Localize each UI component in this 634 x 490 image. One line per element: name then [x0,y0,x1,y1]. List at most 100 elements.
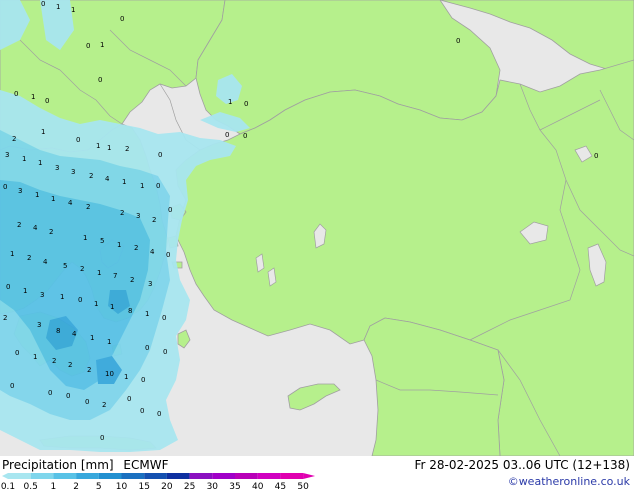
precip-value-label: 5 [63,262,67,270]
color-scale-tick-label: 20 [161,482,173,490]
precip-value-label: 0 [140,407,144,415]
color-scale-swatch [76,473,99,479]
precip-value-label: 0 [85,398,89,406]
precip-value-label: 0 [141,376,145,384]
precip-value-label: 2 [12,135,16,143]
color-scale-tick-label: 25 [184,482,195,490]
precip-value-label: 2 [68,361,72,369]
precip-value-label: 1 [83,234,87,242]
precip-value-label: 0 [14,90,18,98]
color-scale-tick-label: 1 [51,482,57,490]
precip-value-label: 0 [6,283,10,291]
precip-value-label: 1 [22,155,26,163]
precip-value-label: 7 [113,272,117,280]
precip-value-label: 3 [55,164,59,172]
precip-value-label: 0 [3,183,7,191]
color-scale-swatch [144,473,167,479]
precip-value-label: 2 [17,221,21,229]
precip-value-label: 2 [152,216,156,224]
precip-value-label: 4 [150,248,155,256]
precip-value-label: 2 [87,366,91,374]
precip-value-label: 3 [136,212,140,220]
precip-value-label: 8 [128,307,132,315]
credit-link[interactable]: ©weatheronline.co.uk [508,475,630,488]
precip-value-label: 0 [45,97,49,105]
precip-value-label: 0 [86,42,90,50]
precip-value-label: 0 [163,348,167,356]
product-title: Precipitation [mm] ECMWF [2,458,174,472]
precip-value-label: 1 [107,144,111,152]
precip-value-label: 1 [107,338,111,346]
color-scale-swatch [121,473,145,479]
precip-value-label: 1 [96,142,100,150]
precip-value-label: 3 [18,187,22,195]
precip-value-label: 0 [15,349,19,357]
precip-value-label: 1 [122,178,126,186]
precip-value-label: 1 [38,159,42,167]
color-scale-tick-label: 35 [229,482,240,490]
precip-value-label: 0 [78,296,82,304]
color-scale-swatch [257,473,281,479]
color-scale-swatch [189,473,213,479]
precip-value-label: 2 [89,172,93,180]
precip-value-label: 4 [72,330,77,338]
precip-value-label: 0 [48,389,52,397]
precip-value-label: 3 [148,280,152,288]
color-scale-swatch [235,473,258,479]
color-scale-tick-label: 45 [275,482,286,490]
precip-value-label: 1 [100,41,104,49]
color-scale-tick-label: 2 [73,482,79,490]
valid-time-label: Fr 28-02-2025 03..06 UTC (12+138) [414,458,630,472]
precip-value-label: 2 [102,401,106,409]
precip-value-label: 2 [49,228,53,236]
precip-value-label: 2 [80,265,84,273]
precip-value-label: 1 [56,3,60,11]
precip-value-label: 2 [120,209,124,217]
color-scale-swatch [30,473,54,479]
color-scale-arrow [303,473,316,479]
precip-value-label: 2 [86,203,90,211]
precip-value-label: 0 [156,182,160,190]
color-scale-tick-label: 30 [207,482,219,490]
product-label: Precipitation [mm] [2,458,114,472]
precip-value-label: 0 [158,151,162,159]
precip-value-label: 4 [105,175,110,183]
precip-value-label: 5 [100,237,104,245]
precip-value-label: 1 [31,93,35,101]
precip-value-label: 0 [100,434,104,442]
precip-value-label: 0 [98,76,102,84]
color-scale-tick-label: 50 [297,482,309,490]
precip-value-label: 2 [130,276,134,284]
precip-value-label: 1 [60,293,64,301]
precip-value-label: 0 [120,15,124,23]
precip-value-label: 1 [51,195,55,203]
precip-value-label: 0 [162,314,166,322]
precip-value-label: 0 [244,100,248,108]
precip-value-label: 0 [10,382,14,390]
color-scale-arrow-left [2,473,8,479]
precip-value-label: 2 [3,314,7,322]
precip-value-label: 1 [110,303,114,311]
precip-value-label: 3 [5,151,9,159]
precip-value-label: 0 [41,0,45,8]
color-scale-swatch [98,473,122,479]
precip-value-label: 3 [37,321,41,329]
precip-value-label: 2 [134,244,138,252]
color-scale-swatch [280,473,304,479]
color-scale-tick-label: 0.5 [24,482,38,490]
precip-value-label: 0 [145,344,149,352]
color-scale-tick-label: 10 [116,482,128,490]
precip-value-label: 1 [97,269,101,277]
precip-value-label: 1 [33,353,37,361]
precip-value-label: 0 [166,251,170,259]
precip-value-label: 0 [456,37,460,45]
precip-value-label: 1 [41,128,45,136]
precip-value-label: 1 [90,334,94,342]
color-scale-tick-label: 15 [138,482,149,490]
color-scale-tick-label: 0.1 [1,482,15,490]
precip-value-label: 0 [594,152,598,160]
color-scale-tick-label: 5 [96,482,102,490]
model-label: ECMWF [123,458,169,472]
precip-value-label: 1 [124,373,128,381]
color-scale: 0.1 0.5 1 2 5 10 15 20 25 30 35 40 45 50 [1,473,316,490]
